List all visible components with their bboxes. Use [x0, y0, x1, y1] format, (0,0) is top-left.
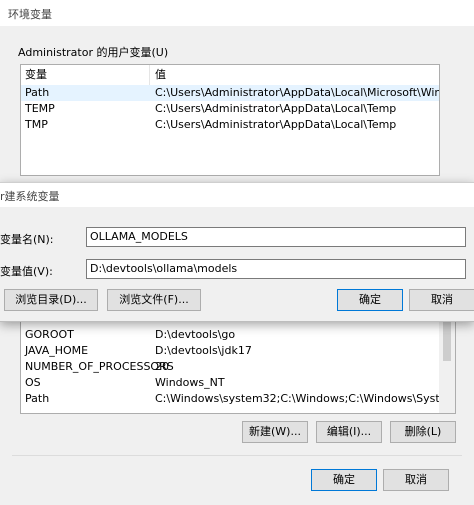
- system-var-row[interactable]: NUMBER_OF_PROCESSORS 20: [21, 359, 439, 375]
- dialog-title: r建系统变量: [0, 190, 60, 203]
- divider: [12, 455, 462, 456]
- system-var-row[interactable]: JAVA_HOME D:\devtools\jdk17: [21, 343, 439, 359]
- browse-directory-button[interactable]: 浏览目录(D)...: [4, 289, 98, 311]
- var-value-field[interactable]: D:\devtools\ollama\models: [86, 259, 466, 279]
- user-var-row[interactable]: Path C:\Users\Administrator\AppData\Local…: [21, 85, 439, 101]
- system-var-row[interactable]: GOROOT D:\devtools\go: [21, 327, 439, 343]
- system-var-row[interactable]: Path C:\Windows\system32;C:\Windows;C:\Wi…: [21, 391, 439, 407]
- dialog-ok-button[interactable]: 确定: [337, 289, 403, 311]
- delete-button[interactable]: 删除(L): [390, 421, 456, 443]
- col-header-val[interactable]: 值: [150, 65, 438, 85]
- dialog-titlebar[interactable]: r建系统变量: [0, 183, 474, 207]
- var-name-label: 变量名(N):: [0, 233, 54, 246]
- edit-button[interactable]: 编辑(I)...: [316, 421, 382, 443]
- new-button[interactable]: 新建(W)...: [242, 421, 308, 443]
- user-var-row[interactable]: TMP C:\Users\Administrator\AppData\Local\…: [21, 117, 439, 133]
- col-header-var[interactable]: 变量: [21, 65, 150, 85]
- user-var-row[interactable]: TEMP C:\Users\Administrator\AppData\Local…: [21, 101, 439, 117]
- var-value-label: 变量值(V):: [0, 265, 53, 278]
- dialog-cancel-button[interactable]: 取消: [409, 289, 474, 311]
- scrollbar-thumb[interactable]: [443, 321, 451, 361]
- ok-button[interactable]: 确定: [311, 469, 377, 491]
- window-titlebar[interactable]: 环境变量: [0, 0, 474, 26]
- system-var-row[interactable]: OS Windows_NT: [21, 375, 439, 391]
- user-vars-label: Administrator 的用户变量(U): [18, 46, 169, 59]
- cancel-button[interactable]: 取消: [383, 469, 449, 491]
- user-vars-list[interactable]: 变量 值 Path C:\Users\Administrator\AppData\…: [20, 64, 440, 176]
- var-name-field[interactable]: OLLAMA_MODELS: [86, 227, 466, 247]
- new-system-variable-dialog: r建系统变量 变量名(N): OLLAMA_MODELS 变量值(V): D:\…: [0, 182, 474, 322]
- browse-file-button[interactable]: 浏览文件(F)...: [107, 289, 201, 311]
- window-title: 环境变量: [8, 8, 52, 21]
